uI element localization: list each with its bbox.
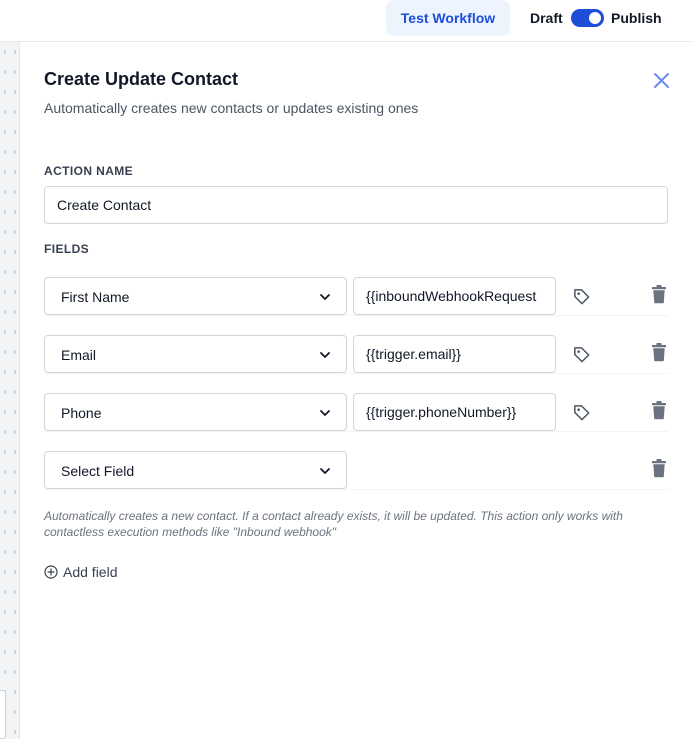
action-settings-panel: Create Update Contact Automatically crea… [21,42,692,739]
chevron-down-icon [320,468,330,474]
field-select-value: Select Field [61,463,135,479]
trash-icon[interactable] [651,458,667,478]
action-name-label: ACTION NAME [44,164,134,178]
fields-label: FIELDS [44,242,90,256]
field-select[interactable]: Email [44,335,347,373]
field-value-input[interactable]: {{trigger.email}} [353,335,556,373]
field-row: First Name {{inboundWebhookRequest [44,277,668,316]
field-select-value: Phone [61,405,102,421]
field-value-input[interactable]: {{trigger.phoneNumber}} [353,393,556,431]
helper-text: Automatically creates a new contact. If … [44,509,623,539]
plus-circle-icon [44,565,58,579]
workflow-editor: Test Workflow Draft Publish Create Updat… [0,0,692,739]
workflow-canvas[interactable] [0,42,20,739]
panel-subtitle: Automatically creates new contacts or up… [44,100,419,116]
field-select-value: Email [61,347,97,363]
field-row: Select Field [44,451,668,490]
field-row: Email {{trigger.email}} [44,335,668,374]
top-bar: Test Workflow Draft Publish [0,0,692,42]
row-divider [44,489,668,490]
field-select-value: First Name [61,289,130,305]
canvas-node-edge[interactable] [0,690,6,739]
publish-label: Publish [611,10,662,26]
tag-icon[interactable] [572,287,591,306]
row-divider [44,315,668,316]
toggle-knob [589,12,601,24]
chevron-down-icon [320,294,330,300]
field-value-input[interactable]: {{inboundWebhookRequest [353,277,556,315]
action-name-input[interactable] [44,186,668,224]
field-select[interactable]: Select Field [44,451,347,489]
row-divider [44,431,668,432]
tag-icon[interactable] [572,345,591,364]
field-row: Phone {{trigger.phoneNumber}} [44,393,668,432]
row-divider [44,373,668,374]
chevron-down-icon [320,352,330,358]
trash-icon[interactable] [651,400,667,420]
draft-publish-toggle[interactable] [571,9,604,27]
trash-icon[interactable] [651,284,667,304]
test-workflow-button[interactable]: Test Workflow [386,0,510,36]
draft-label: Draft [530,10,563,26]
field-select[interactable]: Phone [44,393,347,431]
field-select[interactable]: First Name [44,277,347,315]
panel-title: Create Update Contact [44,69,239,89]
add-field-button[interactable]: Add field [44,563,117,581]
add-field-label: Add field [63,564,118,580]
chevron-down-icon [320,410,330,416]
trash-icon[interactable] [651,342,667,362]
tag-icon[interactable] [572,403,591,422]
close-icon[interactable] [651,70,673,92]
